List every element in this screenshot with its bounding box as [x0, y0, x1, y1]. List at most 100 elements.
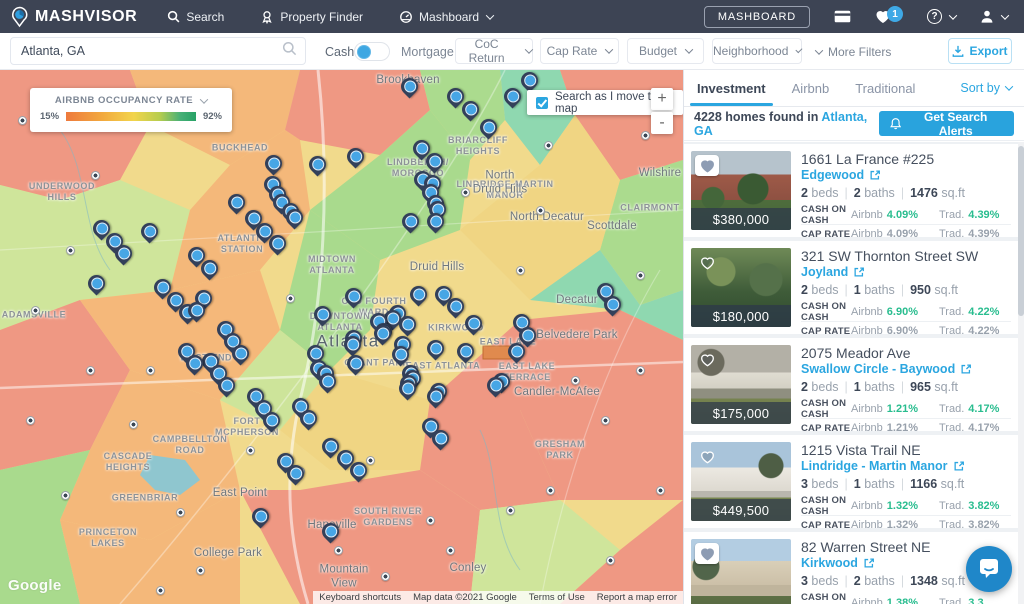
- property-details: 1215 Vista Trail NE Lindridge - Martin M…: [791, 442, 1011, 521]
- brand-name: MASHVISOR: [35, 8, 137, 26]
- more-filters-button[interactable]: More Filters: [814, 33, 891, 70]
- property-card[interactable]: $380,000 1661 La France #225 Edgewood 2 …: [684, 144, 1018, 237]
- neighborhood-link[interactable]: Swallow Circle - Baywood: [801, 362, 1011, 376]
- map-poi-dot: [656, 486, 665, 495]
- neighborhood-link[interactable]: Edgewood: [801, 168, 1011, 182]
- map-poi-dot: [366, 456, 375, 465]
- map-poi-dot: [18, 116, 27, 125]
- neighborhood-link[interactable]: Joyland: [801, 265, 1011, 279]
- account-menu[interactable]: [980, 9, 1008, 24]
- cash-on-cash-row: CASH ON CASH Airbnb1.21% Trad.4.17%: [801, 399, 1011, 418]
- nav-item-mashboard[interactable]: Mashboard: [399, 10, 493, 24]
- search-icon[interactable]: [282, 41, 297, 61]
- coc-traditional: Trad.3.82%: [939, 500, 1011, 512]
- neighborhood-filter[interactable]: Neighborhood: [712, 38, 802, 64]
- map-poi-dot: [61, 491, 70, 500]
- location-search-input[interactable]: [11, 44, 282, 58]
- property-card[interactable]: $175,000 2075 Meador Ave Swallow Circle …: [684, 338, 1018, 431]
- map-poi-dot: [381, 572, 390, 581]
- budget-filter[interactable]: Budget: [627, 38, 704, 64]
- property-photo[interactable]: $449,500: [691, 442, 791, 521]
- billing-card-icon[interactable]: [834, 10, 851, 23]
- scrollbar-thumb[interactable]: [1018, 146, 1024, 316]
- coc-return-filter[interactable]: CoC Return: [455, 38, 533, 64]
- favorites-count-badge: 1: [887, 6, 903, 22]
- property-title[interactable]: 1215 Vista Trail NE: [801, 442, 1011, 458]
- property-specs: 3 beds|1 baths|1166 sq.ft: [801, 477, 1011, 491]
- cap-rate-row: CAP RATE Airbnb6.90% Trad.4.22%: [801, 321, 1011, 340]
- map-attribution-item[interactable]: Report a map error: [591, 591, 683, 604]
- favorite-heart-icon[interactable]: [695, 446, 719, 467]
- neighborhood-link[interactable]: Lindridge - Martin Manor: [801, 459, 1011, 473]
- coc-airbnb: Airbnb1.32%: [851, 500, 939, 512]
- tab-traditional[interactable]: Traditional: [842, 70, 928, 106]
- favorite-heart-icon[interactable]: [695, 543, 719, 564]
- favorite-heart-icon[interactable]: [695, 252, 719, 273]
- property-finder-icon: [260, 10, 274, 24]
- property-details: 321 SW Thornton Street SW Joyland 2 beds…: [791, 248, 1011, 327]
- property-title[interactable]: 2075 Meador Ave: [801, 345, 1011, 361]
- map-attribution-item[interactable]: Map data ©2021 Google: [407, 591, 523, 604]
- nav-item-search[interactable]: Search: [167, 10, 224, 24]
- brand[interactable]: MASHVISOR: [10, 6, 137, 28]
- cap-rate-row: CAP RATE Airbnb1.21% Trad.4.17%: [801, 418, 1011, 437]
- favorite-heart-icon[interactable]: [695, 155, 719, 176]
- coc-traditional: Trad.3.3: [939, 597, 1011, 604]
- cap-traditional: Trad.3.82%: [939, 519, 1011, 531]
- checkbox-checked-icon[interactable]: [536, 97, 548, 109]
- chat-bubble-button[interactable]: [966, 546, 1012, 592]
- map-poi-dot: [31, 306, 40, 315]
- get-search-alerts-button[interactable]: Get Search Alerts: [879, 111, 1014, 136]
- property-photo[interactable]: [691, 539, 791, 604]
- google-logo: Google: [8, 577, 61, 594]
- chevron-down-icon: [815, 46, 823, 54]
- nav-item-property-finder[interactable]: Property Finder: [260, 10, 363, 24]
- property-price: $180,000: [691, 305, 791, 327]
- map-attribution-item[interactable]: Keyboard shortcuts: [313, 591, 407, 604]
- map-poi-dot: [546, 486, 555, 495]
- map-canvas[interactable]: BrookhavenBUCKHEADLINDBERGH/ MOROSGOLIND…: [0, 70, 683, 604]
- cash-mortgage-toggle[interactable]: [354, 42, 390, 61]
- heatmap-legend: AIRBNB OCCUPANCY RATE 15% 92%: [30, 88, 232, 132]
- legend-min: 15%: [40, 111, 59, 122]
- property-price: $449,500: [691, 499, 791, 521]
- help-menu[interactable]: ?: [927, 9, 956, 24]
- legend-dropdown[interactable]: AIRBNB OCCUPANCY RATE: [40, 95, 222, 106]
- map-poi-dot: [506, 506, 515, 515]
- sort-by-dropdown[interactable]: Sort by: [960, 70, 1012, 106]
- property-photo[interactable]: $175,000: [691, 345, 791, 424]
- tab-investment[interactable]: Investment: [684, 70, 779, 106]
- legend-gradient-bar: [66, 112, 196, 121]
- map-attribution-item[interactable]: Terms of Use: [523, 591, 591, 604]
- map-poi-dot: [571, 376, 580, 385]
- chat-icon: [977, 558, 1001, 580]
- favorite-heart-icon[interactable]: [695, 349, 719, 370]
- zoom-out-button[interactable]: -: [651, 112, 673, 134]
- property-photo[interactable]: $380,000: [691, 151, 791, 230]
- property-card[interactable]: $180,000 321 SW Thornton Street SW Joyla…: [684, 241, 1018, 334]
- coc-traditional: Trad.4.39%: [939, 209, 1011, 221]
- property-card[interactable]: $449,500 1215 Vista Trail NE Lindridge -…: [684, 435, 1018, 528]
- neighborhood-name: Lindridge - Martin Manor: [801, 459, 948, 473]
- export-button[interactable]: Export: [948, 38, 1012, 64]
- property-photo[interactable]: $180,000: [691, 248, 791, 327]
- map-attribution: Keyboard shortcutsMap data ©2021 GoogleT…: [313, 591, 683, 604]
- toggle-knob: [357, 45, 371, 59]
- tab-airbnb[interactable]: Airbnb: [779, 70, 843, 106]
- map-poi-dot: [544, 141, 553, 150]
- legend-max: 92%: [203, 111, 222, 122]
- cap-airbnb: Airbnb6.90%: [851, 325, 939, 337]
- cap-airbnb: Airbnb4.09%: [851, 228, 939, 240]
- chevron-down-icon: [1001, 11, 1009, 19]
- map-poi-dot: [334, 546, 343, 555]
- property-title[interactable]: 321 SW Thornton Street SW: [801, 248, 1011, 264]
- property-title[interactable]: 1661 La France #225: [801, 151, 1011, 167]
- zoom-in-button[interactable]: +: [651, 88, 673, 110]
- cap-rate-filter[interactable]: Cap Rate: [540, 38, 619, 64]
- map-poi-dot: [516, 266, 525, 275]
- favorites-button[interactable]: 1: [875, 9, 903, 24]
- help-icon: ?: [927, 9, 942, 24]
- panel-scrollbar[interactable]: [1018, 142, 1024, 604]
- mashboard-button[interactable]: MASHBOARD: [704, 6, 810, 28]
- map-poi-dot: [286, 294, 295, 303]
